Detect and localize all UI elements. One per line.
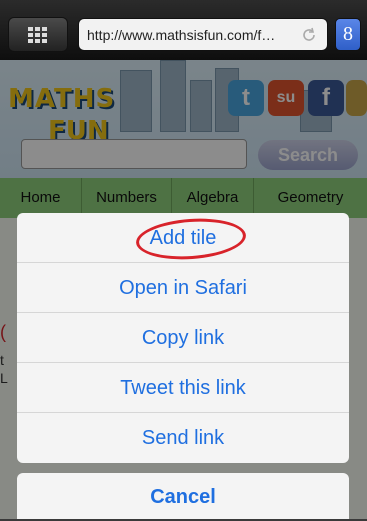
copy-link-button[interactable]: Copy link xyxy=(17,313,349,363)
action-sheet: Add tile Open in Safari Copy link Tweet … xyxy=(17,213,349,463)
tweet-link-button[interactable]: Tweet this link xyxy=(17,363,349,413)
send-link-button[interactable]: Send link xyxy=(17,413,349,463)
url-text: http://www.mathsisfun.com/f… xyxy=(87,27,276,43)
browser-top-bar: http://www.mathsisfun.com/f… 8 xyxy=(0,0,367,60)
reload-icon[interactable] xyxy=(301,27,317,43)
cancel-button[interactable]: Cancel xyxy=(17,473,349,519)
url-field[interactable]: http://www.mathsisfun.com/f… xyxy=(78,18,328,51)
tabs-grid-button[interactable] xyxy=(8,17,68,52)
google-search-button[interactable]: 8 xyxy=(335,18,361,51)
open-in-safari-button[interactable]: Open in Safari xyxy=(17,263,349,313)
grid-icon xyxy=(28,26,47,43)
